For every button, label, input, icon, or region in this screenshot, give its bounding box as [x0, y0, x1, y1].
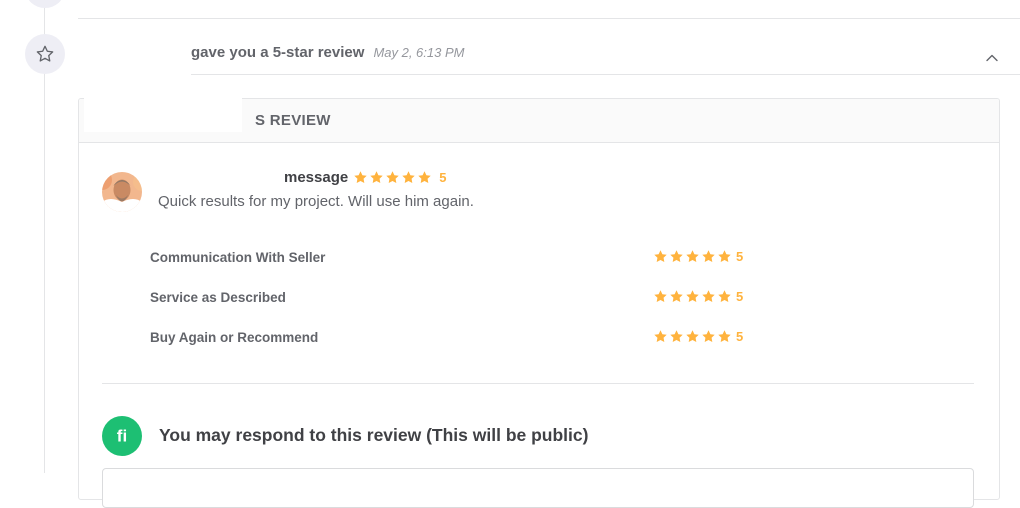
- star-icon: [654, 250, 667, 262]
- respond-title: You may respond to this review (This wil…: [159, 425, 589, 445]
- star-icon: [654, 290, 667, 302]
- criteria-label: Buy Again or Recommend: [150, 330, 319, 345]
- criteria-label: Service as Described: [150, 290, 286, 305]
- avatar: [102, 172, 142, 212]
- star-rating: [653, 249, 732, 264]
- star-icon: [670, 250, 683, 262]
- event-header: gave you a 5-star review May 2, 6:13 PM: [191, 44, 464, 61]
- review-card-title: S REVIEW: [255, 112, 331, 129]
- star-icon: [370, 171, 383, 183]
- divider: [191, 74, 1020, 75]
- star-icon: [670, 290, 683, 302]
- criteria-label: Communication With Seller: [150, 250, 326, 265]
- event-timestamp: May 2, 6:13 PM: [373, 45, 465, 60]
- star-icon: [702, 250, 715, 262]
- chevron-up-icon: [986, 54, 998, 62]
- star-icon: [686, 250, 699, 262]
- rating-value: 5: [736, 249, 744, 264]
- review-text: Quick results for my project. Will use h…: [158, 193, 474, 210]
- previous-event-badge: [26, 0, 64, 8]
- event-text: gave you a 5-star review: [191, 44, 365, 61]
- star-icon: [686, 330, 699, 342]
- star-icon: [386, 171, 399, 183]
- criteria-rating: 5: [653, 289, 743, 304]
- rating-value: 5: [439, 170, 447, 185]
- redacted-area: [84, 96, 242, 132]
- star-icon: [702, 330, 715, 342]
- star-rating: [653, 329, 732, 344]
- star-icon: [670, 330, 683, 342]
- star-icon: [354, 171, 367, 183]
- fiverr-logo-icon: fi: [102, 416, 142, 456]
- collapse-button[interactable]: [982, 48, 1002, 68]
- review-summary: message 5: [284, 169, 446, 186]
- star-icon: [686, 290, 699, 302]
- response-input[interactable]: [102, 468, 974, 508]
- event-badge: [25, 34, 65, 74]
- reviewer-message: message: [284, 169, 349, 186]
- star-icon: [418, 171, 431, 183]
- rating-value: 5: [736, 289, 744, 304]
- star-icon: [702, 290, 715, 302]
- criteria-rating: 5: [653, 329, 743, 344]
- divider: [102, 383, 974, 384]
- star-icon: [402, 171, 415, 183]
- star-icon: [654, 330, 667, 342]
- star-rating: [653, 289, 732, 304]
- star-icon: [718, 250, 731, 262]
- divider: [78, 18, 1020, 19]
- star-icon: [718, 330, 731, 342]
- star-icon: [718, 290, 731, 302]
- criteria-rating: 5: [653, 249, 743, 264]
- star-rating: [353, 170, 432, 185]
- star-outline-icon: [36, 45, 54, 62]
- svg-text:fi: fi: [117, 427, 127, 446]
- rating-value: 5: [736, 329, 744, 344]
